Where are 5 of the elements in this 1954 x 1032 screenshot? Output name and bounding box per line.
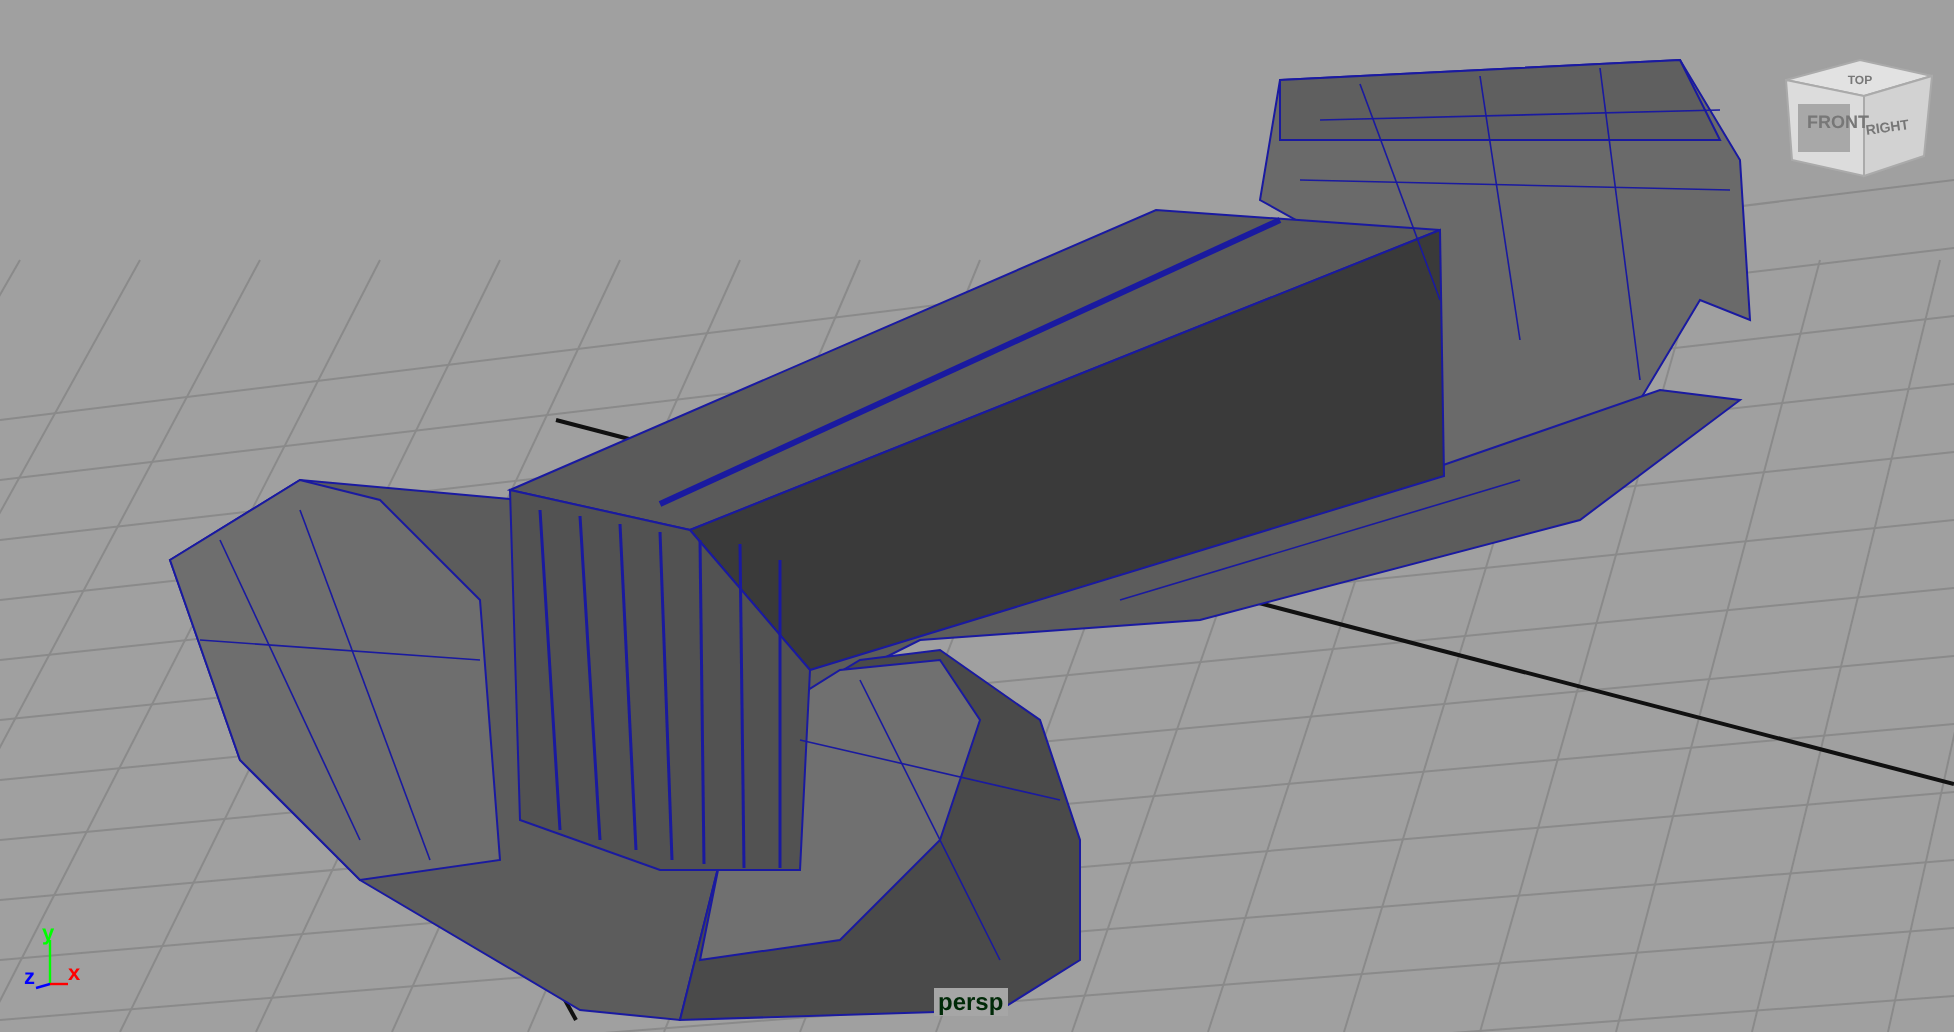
camera-name-label: persp <box>934 988 1008 1016</box>
x-axis-label: x <box>68 962 81 986</box>
front-face-label: FRONT <box>1807 112 1869 132</box>
z-axis-label: z <box>24 966 35 990</box>
y-axis-label: y <box>42 922 55 946</box>
